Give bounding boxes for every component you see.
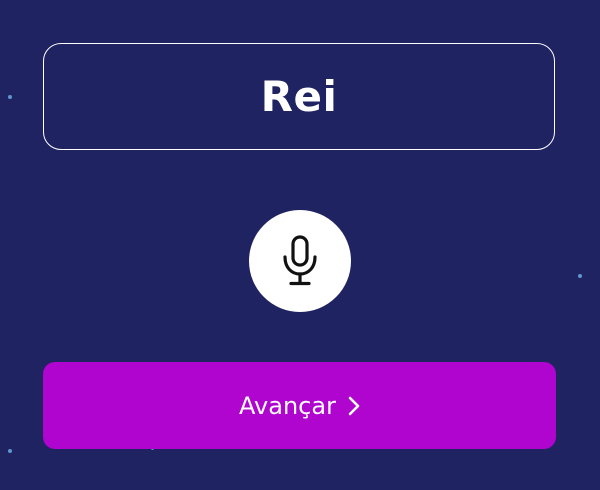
target-word: Rei xyxy=(260,72,338,121)
word-card: Rei xyxy=(43,43,555,150)
background-star-dot xyxy=(578,274,582,278)
background-star-dot xyxy=(8,95,12,99)
microphone-button[interactable] xyxy=(249,210,351,312)
next-button[interactable]: Avançar xyxy=(43,362,556,449)
background-star-dot xyxy=(8,449,12,453)
chevron-right-icon xyxy=(348,396,360,415)
microphone-icon xyxy=(283,235,317,286)
next-button-label: Avançar xyxy=(239,391,336,420)
